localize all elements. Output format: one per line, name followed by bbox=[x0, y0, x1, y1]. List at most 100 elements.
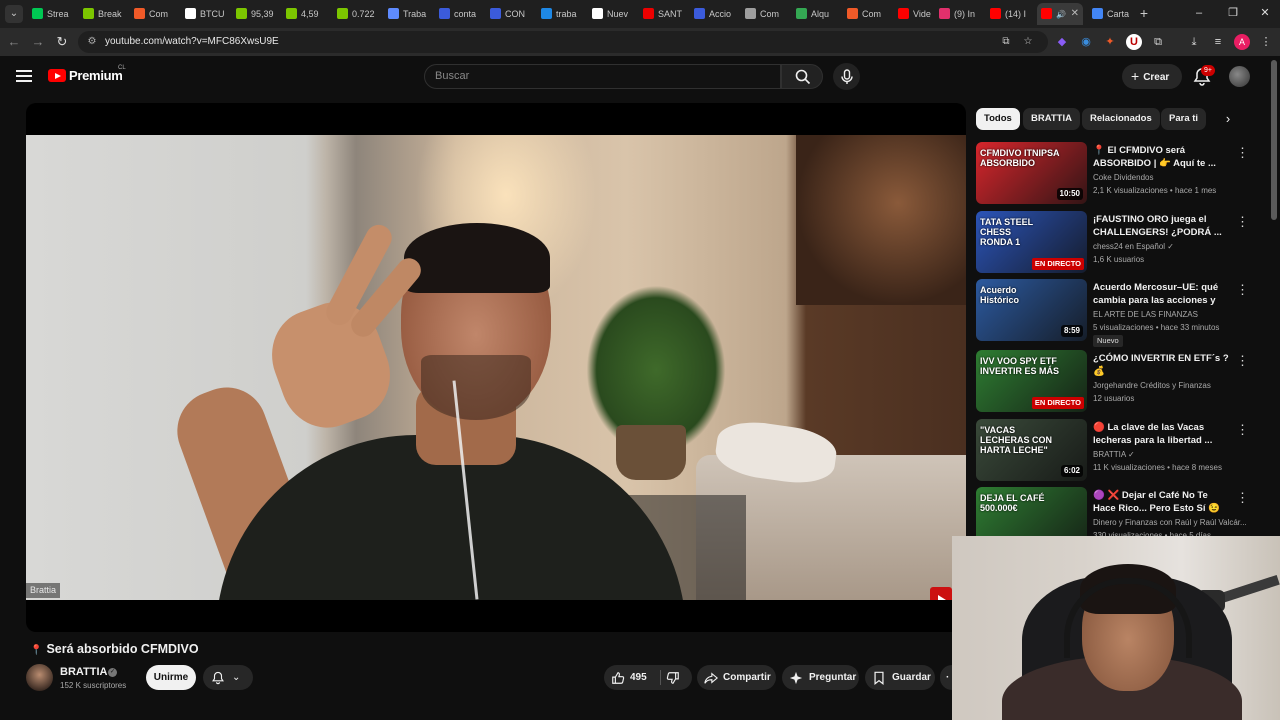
browser-tab[interactable]: Nuev bbox=[588, 3, 637, 25]
browser-menu-icon[interactable]: ⋮ bbox=[1258, 34, 1274, 50]
recommended-channel[interactable]: Dinero y Finanzas con Raúl y Raúl Valcár… bbox=[1093, 518, 1247, 527]
video-thumbnail[interactable]: "VACAS LECHERAS CON HARTA LECHE" 6:02 bbox=[976, 419, 1087, 481]
join-button[interactable]: Unirme bbox=[146, 665, 196, 690]
recommended-title[interactable]: 🔴 La clave de las Vacas lecheras para la… bbox=[1093, 421, 1231, 447]
recommended-channel[interactable]: BRATTIA ✓ bbox=[1093, 450, 1135, 459]
more-options-icon[interactable]: ⋮ bbox=[1236, 354, 1249, 368]
like-icon[interactable] bbox=[611, 671, 625, 685]
browser-tab[interactable]: Com bbox=[130, 3, 179, 25]
more-actions-button[interactable]: · bbox=[940, 665, 952, 690]
minimize-icon[interactable]: – bbox=[1192, 6, 1206, 20]
channel-name[interactable]: BRATTIA bbox=[60, 666, 107, 678]
video-thumbnail[interactable]: IVV VOO SPY ETF INVERTIR ES MÁS EN DIRECT… bbox=[976, 350, 1087, 412]
maximize-icon[interactable]: ❐ bbox=[1226, 6, 1240, 20]
back-icon[interactable]: ← bbox=[6, 34, 22, 50]
chevron-right-icon[interactable]: › bbox=[1220, 111, 1236, 127]
more-options-icon[interactable]: ⋮ bbox=[1236, 146, 1249, 160]
browser-tab[interactable]: (9) In bbox=[935, 3, 984, 25]
browser-tab[interactable]: Vide bbox=[894, 3, 933, 25]
recommended-title[interactable]: ¿CÓMO INVERTIR EN ETF´s ? 💰 bbox=[1093, 352, 1231, 378]
recommended-channel[interactable]: Coke Dividendos bbox=[1093, 173, 1153, 182]
recommended-channel[interactable]: chess24 en Español ✓ bbox=[1093, 242, 1174, 251]
search-button[interactable] bbox=[781, 64, 823, 89]
voice-search-button[interactable] bbox=[833, 63, 860, 90]
recommended-video[interactable]: "VACAS LECHERAS CON HARTA LECHE" 6:02 🔴 La… bbox=[976, 419, 1266, 481]
like-count[interactable]: 495 bbox=[630, 665, 647, 690]
new-tab-button[interactable]: + bbox=[1136, 5, 1152, 21]
browser-tab[interactable]: conta bbox=[435, 3, 484, 25]
browser-tab[interactable]: Traba bbox=[384, 3, 433, 25]
download-icon[interactable]: ⤓ bbox=[1186, 34, 1202, 50]
browser-tab[interactable]: 0.722 bbox=[333, 3, 382, 25]
recommended-video[interactable]: CFMDIVO ITNIPSA ABSORBIDO 10:50 📍 El CFMDI… bbox=[976, 142, 1266, 204]
browser-tab[interactable]: BTCU bbox=[181, 3, 230, 25]
close-tab-icon[interactable]: ✕ bbox=[1071, 3, 1079, 25]
recommended-channel[interactable]: EL ARTE DE LAS FINANZAS bbox=[1093, 310, 1198, 319]
more-options-icon[interactable]: ⋮ bbox=[1236, 215, 1249, 229]
logo-text[interactable]: Premium bbox=[69, 68, 123, 83]
browser-tab[interactable]: CON bbox=[486, 3, 535, 25]
recommended-video[interactable]: Acuerdo Histórico 8:59 Acuerdo Mercosur–UE… bbox=[976, 279, 1266, 347]
recommended-title[interactable]: 🟣 ❌ Dejar el Café No Te Hace Rico... Per… bbox=[1093, 489, 1231, 515]
video-thumbnail[interactable]: Acuerdo Histórico 8:59 bbox=[976, 279, 1087, 341]
ask-button[interactable]: Preguntar bbox=[782, 665, 859, 690]
site-info-icon[interactable]: ⚙ bbox=[86, 36, 98, 48]
more-options-icon[interactable]: ⋮ bbox=[1236, 491, 1249, 505]
video-thumbnail[interactable]: CFMDIVO ITNIPSA ABSORBIDO 10:50 bbox=[976, 142, 1087, 204]
more-options-icon[interactable]: ⋮ bbox=[1236, 423, 1249, 437]
browser-tab[interactable]: Com bbox=[741, 3, 790, 25]
video-thumbnail[interactable]: TATA STEEL CHESS RONDA 1 EN DIRECTO bbox=[976, 211, 1087, 273]
browser-tab[interactable]: 95,39 bbox=[232, 3, 280, 25]
channel-avatar[interactable] bbox=[26, 664, 53, 691]
forward-icon[interactable]: → bbox=[30, 34, 46, 50]
page-scrollbar[interactable] bbox=[1271, 60, 1277, 220]
install-app-icon[interactable]: ⧉ bbox=[1000, 36, 1012, 48]
search-input[interactable]: Buscar bbox=[424, 64, 781, 89]
channel-branding-icon[interactable] bbox=[930, 587, 952, 600]
menu-icon[interactable] bbox=[16, 70, 32, 82]
close-window-icon[interactable]: ✕ bbox=[1258, 6, 1272, 20]
extension-3-icon[interactable]: ✦ bbox=[1102, 34, 1118, 50]
extension-1-icon[interactable]: ◆ bbox=[1054, 34, 1070, 50]
subscribed-notifications-button[interactable]: ⌄ bbox=[203, 665, 253, 690]
save-button[interactable]: Guardar bbox=[865, 665, 935, 690]
account-avatar[interactable] bbox=[1229, 66, 1250, 87]
recommended-title[interactable]: ¡FAUSTINO ORO juega el CHALLENGERS! ¿POD… bbox=[1093, 213, 1231, 239]
create-button[interactable]: + Crear bbox=[1122, 64, 1182, 89]
reload-icon[interactable]: ↻ bbox=[54, 34, 70, 50]
browser-tab[interactable]: 4,59 bbox=[282, 3, 331, 25]
browser-tab[interactable]: (14) I bbox=[986, 3, 1035, 25]
extensions-puzzle-icon[interactable]: ⧉ bbox=[1150, 34, 1166, 50]
recommended-title[interactable]: Acuerdo Mercosur–UE: qué cambia para las… bbox=[1093, 281, 1231, 307]
filter-chip[interactable]: Para ti bbox=[1161, 108, 1207, 130]
youtube-logo-icon[interactable] bbox=[48, 69, 66, 82]
extension-2-icon[interactable]: ◉ bbox=[1078, 34, 1094, 50]
url-text[interactable]: youtube.com/watch?v=MFC86XwsU9E bbox=[105, 31, 279, 53]
filter-chip[interactable]: Todos bbox=[976, 108, 1020, 130]
browser-tab[interactable]: SANT bbox=[639, 3, 688, 25]
browser-tab[interactable]: Com bbox=[843, 3, 892, 25]
address-bar[interactable]: ⚙ youtube.com/watch?v=MFC86XwsU9E ⧉ ☆ bbox=[78, 31, 1048, 53]
filter-chip[interactable]: BRATTIA bbox=[1023, 108, 1080, 130]
browser-tab[interactable]: Alqu bbox=[792, 3, 841, 25]
recommended-channel[interactable]: Jorgehandre Créditos y Finanzas bbox=[1093, 381, 1211, 390]
recommended-video[interactable]: TATA STEEL CHESS RONDA 1 EN DIRECTO ¡FAUST… bbox=[976, 211, 1266, 273]
audio-playing-icon[interactable]: 🔊 bbox=[1056, 10, 1066, 19]
extension-u-icon[interactable]: U bbox=[1126, 34, 1142, 50]
profile-avatar[interactable]: A bbox=[1234, 34, 1250, 50]
browser-tab[interactable]: 🔊 ✕ bbox=[1037, 3, 1083, 25]
tab-search-button[interactable]: ⌄ bbox=[5, 5, 23, 23]
browser-tab[interactable]: Carta bbox=[1088, 3, 1136, 25]
browser-tab[interactable]: Strea bbox=[28, 3, 77, 25]
media-controls-icon[interactable]: ≡ bbox=[1210, 34, 1226, 50]
browser-tab[interactable]: Break bbox=[79, 3, 128, 25]
bookmark-star-icon[interactable]: ☆ bbox=[1022, 36, 1034, 48]
recommended-title[interactable]: 📍 El CFMDIVO será ABSORBIDO | 👉 Aquí te … bbox=[1093, 144, 1231, 170]
recommended-video[interactable]: IVV VOO SPY ETF INVERTIR ES MÁS EN DIRECT… bbox=[976, 350, 1266, 412]
browser-tab[interactable]: traba bbox=[537, 3, 586, 25]
browser-tab[interactable]: Accio bbox=[690, 3, 739, 25]
share-button[interactable]: Compartir bbox=[697, 665, 776, 690]
more-options-icon[interactable]: ⋮ bbox=[1236, 283, 1249, 297]
filter-chip[interactable]: Relacionados bbox=[1082, 108, 1160, 130]
video-frame[interactable]: Brattia bbox=[26, 135, 966, 600]
